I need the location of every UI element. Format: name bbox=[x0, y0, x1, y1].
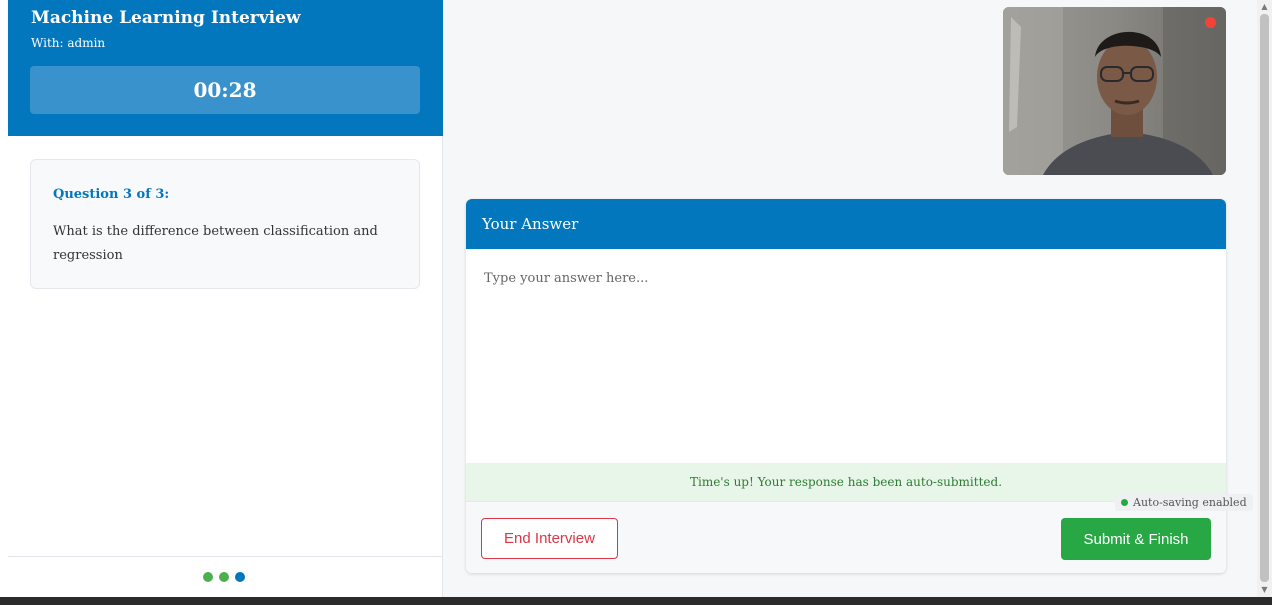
progress-dot-3 bbox=[235, 572, 245, 582]
interview-title: Machine Learning Interview bbox=[31, 8, 301, 28]
webcam-feed-image bbox=[1003, 7, 1226, 175]
answer-header: Your Answer bbox=[466, 199, 1226, 249]
sidebar: Machine Learning Interview With: admin 0… bbox=[8, 0, 443, 597]
question-card: Question 3 of 3: What is the difference … bbox=[30, 159, 420, 289]
answer-card: Your Answer Time's up! Your response has… bbox=[466, 199, 1226, 573]
autosave-status: Auto-saving enabled bbox=[1115, 494, 1253, 511]
submit-finish-button[interactable]: Submit & Finish bbox=[1061, 518, 1211, 560]
recording-indicator-icon bbox=[1205, 17, 1216, 28]
scroll-up-icon[interactable]: ▲ bbox=[1257, 0, 1272, 14]
webcam-preview bbox=[1003, 7, 1226, 175]
autosave-label: Auto-saving enabled bbox=[1133, 496, 1247, 509]
main-panel: Your Answer Time's up! Your response has… bbox=[443, 0, 1257, 597]
left-gutter bbox=[0, 0, 8, 597]
progress-dot-2 bbox=[219, 572, 229, 582]
progress-dot-1 bbox=[203, 572, 213, 582]
question-progress-dots bbox=[203, 572, 245, 582]
question-number: Question 3 of 3: bbox=[53, 187, 170, 202]
time-up-banner: Time's up! Your response has been auto-s… bbox=[466, 463, 1226, 501]
question-text: What is the difference between classific… bbox=[53, 224, 378, 263]
countdown-timer: 00:28 bbox=[30, 66, 420, 114]
window-bottom-edge bbox=[0, 597, 1272, 605]
sidebar-header: Machine Learning Interview With: admin 0… bbox=[8, 0, 443, 136]
scroll-down-icon[interactable]: ▼ bbox=[1257, 583, 1272, 597]
progress-footer bbox=[8, 556, 443, 597]
interviewer-label: With: admin bbox=[31, 36, 106, 50]
answer-textarea[interactable] bbox=[466, 249, 1226, 462]
end-interview-button[interactable]: End Interview bbox=[481, 518, 618, 559]
scrollbar-thumb[interactable] bbox=[1260, 14, 1269, 582]
page-scrollbar[interactable]: ▲ ▼ bbox=[1257, 0, 1272, 597]
answer-actions: End Interview Submit & Finish bbox=[466, 501, 1226, 573]
autosave-status-icon bbox=[1121, 499, 1128, 506]
